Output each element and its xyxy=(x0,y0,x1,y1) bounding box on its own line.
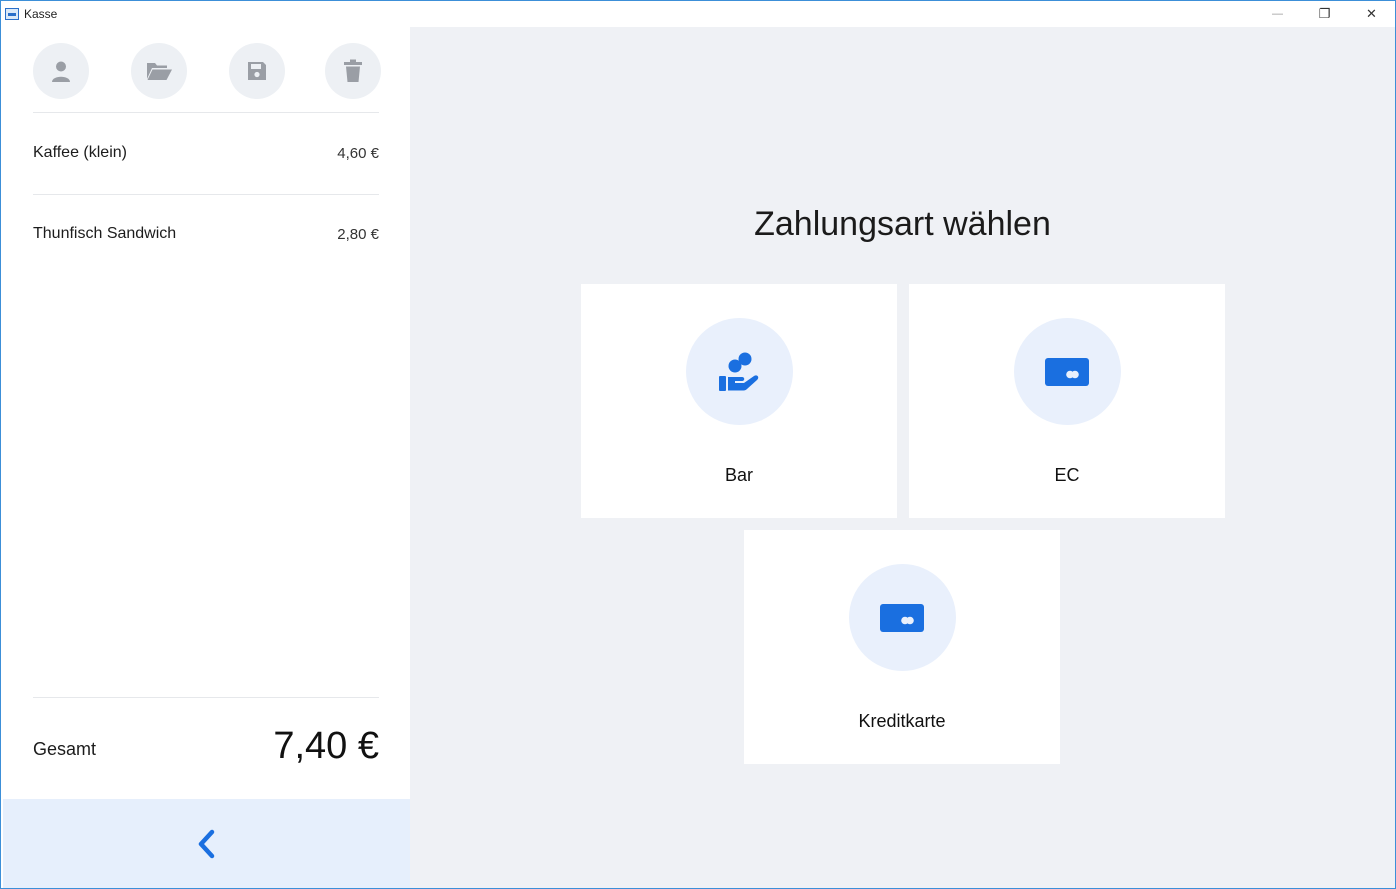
item-name: Kaffee (klein) xyxy=(33,144,127,161)
window-title: Kasse xyxy=(24,7,58,21)
chevron-left-icon xyxy=(198,829,214,858)
close-button[interactable]: ✕ xyxy=(1348,1,1395,27)
back-button[interactable] xyxy=(3,799,410,888)
cart-toolbar xyxy=(33,42,381,100)
payment-method-label: Bar xyxy=(724,465,753,485)
open-button[interactable] xyxy=(131,43,187,99)
item-price: 2,80 € xyxy=(337,225,379,243)
item-price: 4,60 € xyxy=(337,144,379,162)
cart-line-item[interactable]: Thunfisch Sandwich 2,80 € xyxy=(33,225,379,243)
total-value: 7,40 € xyxy=(273,725,379,767)
save-icon xyxy=(248,62,266,80)
save-button[interactable] xyxy=(229,43,285,99)
app-window: Kasse — ❐ ✕ Kaffee (klein) 4,60 € Thunfi… xyxy=(0,0,1396,889)
payment-method-credit-card[interactable]: Kreditkarte xyxy=(744,530,1060,764)
icon-circle xyxy=(1013,318,1121,425)
restore-button[interactable]: ❐ xyxy=(1301,1,1348,27)
item-name: Thunfisch Sandwich xyxy=(33,225,177,242)
window-controls: — ❐ ✕ xyxy=(1254,1,1395,27)
user-icon xyxy=(52,61,70,82)
payment-method-cash[interactable]: Bar xyxy=(581,284,897,518)
total-divider xyxy=(33,697,379,698)
cash-hand-icon xyxy=(719,352,759,391)
toolbar-divider xyxy=(33,112,379,113)
customer-button[interactable] xyxy=(33,43,89,99)
card-icon xyxy=(1045,357,1089,386)
minimize-button[interactable]: — xyxy=(1254,1,1301,27)
card-icon xyxy=(880,603,924,632)
app-icon xyxy=(5,8,19,20)
payment-panel: Zahlungsart wählen Bar EC Kreditkarte xyxy=(410,27,1395,888)
cart-line-item[interactable]: Kaffee (klein) 4,60 € xyxy=(33,144,379,162)
item-divider xyxy=(33,194,379,195)
delete-button[interactable] xyxy=(325,43,381,99)
payment-method-label: Kreditkarte xyxy=(858,711,946,731)
cart-sidebar: Kaffee (klein) 4,60 € Thunfisch Sandwich… xyxy=(3,27,410,888)
title-bar: Kasse — ❐ ✕ xyxy=(1,1,1395,27)
icon-circle xyxy=(685,318,793,425)
trash-icon xyxy=(344,59,362,82)
payment-method-label: EC xyxy=(1054,465,1080,485)
icon-circle xyxy=(848,564,956,671)
payment-title: Zahlungsart wählen xyxy=(754,205,1051,243)
total-label: Gesamt xyxy=(33,739,97,759)
folder-open-icon xyxy=(147,63,172,80)
payment-method-ec[interactable]: EC xyxy=(909,284,1225,518)
